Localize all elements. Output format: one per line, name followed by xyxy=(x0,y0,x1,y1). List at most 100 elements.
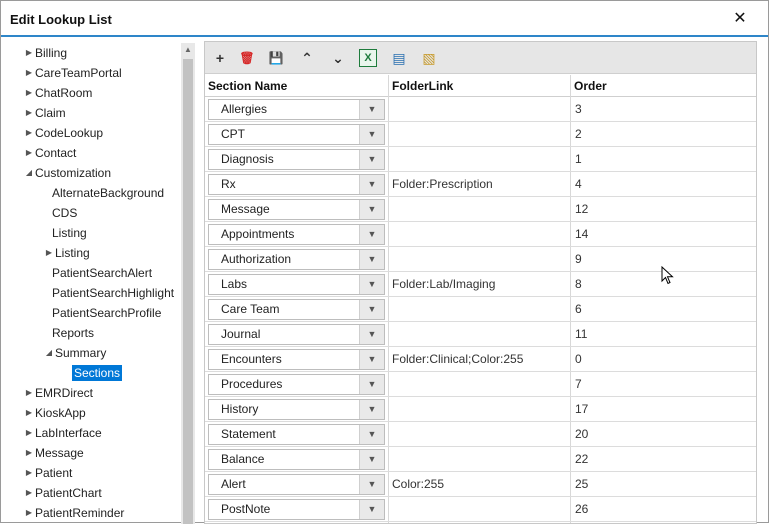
section-name-dropdown[interactable]: PostNote ▼ xyxy=(208,499,385,520)
table-row[interactable]: Statement ▼ 20 xyxy=(205,422,756,447)
close-icon[interactable]: ✕ xyxy=(730,9,750,29)
table-row[interactable]: Rx ▼ Folder:Prescription 4 xyxy=(205,172,756,197)
scroll-up-icon[interactable]: ▲ xyxy=(181,43,195,57)
collapsed-arrow-icon[interactable]: ▶ xyxy=(23,144,35,162)
chevron-down-icon[interactable]: ▼ xyxy=(359,475,384,494)
header-order[interactable]: Order xyxy=(571,75,751,97)
section-name-dropdown[interactable]: Labs ▼ xyxy=(208,274,385,295)
order-cell[interactable]: 0 xyxy=(575,347,582,371)
tree-item[interactable]: ▶ PatientChart xyxy=(23,483,102,501)
chevron-down-icon[interactable]: ▼ xyxy=(359,325,384,344)
collapsed-arrow-icon[interactable]: ▶ xyxy=(23,444,35,462)
chevron-down-icon[interactable]: ▼ xyxy=(359,450,384,469)
folder-link-cell[interactable] xyxy=(391,322,392,346)
collapsed-arrow-icon[interactable]: ▶ xyxy=(23,84,35,102)
excel-export-icon[interactable]: X xyxy=(359,49,377,67)
chevron-down-icon[interactable]: ▼ xyxy=(359,175,384,194)
tree-item[interactable]: ◢ Summary xyxy=(43,343,106,361)
table-row[interactable]: History ▼ 17 xyxy=(205,397,756,422)
chevron-down-icon[interactable]: ▼ xyxy=(359,400,384,419)
section-name-dropdown[interactable]: Procedures ▼ xyxy=(208,374,385,395)
order-cell[interactable]: 9 xyxy=(575,247,582,271)
tree-item[interactable]: ▶ Contact xyxy=(23,143,76,161)
chevron-down-icon[interactable]: ▼ xyxy=(359,275,384,294)
scrollbar-thumb[interactable] xyxy=(183,59,193,524)
section-name-dropdown[interactable]: Diagnosis ▼ xyxy=(208,149,385,170)
folder-link-cell[interactable]: Folder:Lab/Imaging xyxy=(391,272,495,296)
chevron-down-icon[interactable]: ▼ xyxy=(359,250,384,269)
tree-item[interactable]: PatientSearchAlert xyxy=(52,263,152,281)
section-name-dropdown[interactable]: Message ▼ xyxy=(208,199,385,220)
save-icon[interactable]: 💾 xyxy=(267,49,285,67)
delete-icon[interactable]: 🗑 xyxy=(238,49,256,67)
section-name-dropdown[interactable]: Care Team ▼ xyxy=(208,299,385,320)
tree-scrollbar[interactable]: ▲ xyxy=(181,43,195,524)
tree-item[interactable]: PatientSearchHighlight xyxy=(52,283,174,301)
order-cell[interactable]: 8 xyxy=(575,272,582,296)
order-cell[interactable]: 26 xyxy=(575,497,588,521)
folder-link-cell[interactable]: Folder:Clinical;Color:255 xyxy=(391,347,523,371)
tree-item[interactable]: ▶ ChatRoom xyxy=(23,83,92,101)
chevron-down-icon[interactable]: ▼ xyxy=(359,300,384,319)
table-row[interactable]: Procedures ▼ 7 xyxy=(205,372,756,397)
tree-item[interactable]: ▶ PatientReminder xyxy=(23,503,124,521)
tree-item[interactable]: ▶ Billing xyxy=(23,43,67,61)
folder-link-cell[interactable]: Folder:Prescription xyxy=(391,172,493,196)
order-cell[interactable]: 17 xyxy=(575,397,588,421)
tree-item[interactable]: ◢ Customization xyxy=(23,163,111,181)
order-cell[interactable]: 3 xyxy=(575,97,582,121)
section-name-dropdown[interactable]: Authorization ▼ xyxy=(208,249,385,270)
section-name-dropdown[interactable]: Encounters ▼ xyxy=(208,349,385,370)
tree-item[interactable]: ▶ KioskApp xyxy=(23,403,86,421)
tree-item[interactable]: Listing xyxy=(52,223,87,241)
collapsed-arrow-icon[interactable]: ▶ xyxy=(23,384,35,402)
collapsed-arrow-icon[interactable]: ▶ xyxy=(23,44,35,62)
header-section-name[interactable]: Section Name xyxy=(205,75,387,97)
chevron-down-icon[interactable]: ▼ xyxy=(359,350,384,369)
order-cell[interactable]: 22 xyxy=(575,447,588,471)
folder-link-cell[interactable] xyxy=(391,422,392,446)
folder-link-cell[interactable] xyxy=(391,147,392,171)
table-row[interactable]: Allergies ▼ 3 xyxy=(205,97,756,122)
order-cell[interactable]: 1 xyxy=(575,147,582,171)
chevron-down-icon[interactable]: ▼ xyxy=(359,200,384,219)
table-row[interactable]: Balance ▼ 22 xyxy=(205,447,756,472)
folder-link-cell[interactable] xyxy=(391,447,392,471)
table-row[interactable]: Alert ▼ Color:255 25 xyxy=(205,472,756,497)
section-name-dropdown[interactable]: Alert ▼ xyxy=(208,474,385,495)
tree-item[interactable]: ▶ Listing xyxy=(43,243,90,261)
tree-item[interactable]: AlternateBackground xyxy=(52,183,164,201)
section-name-dropdown[interactable]: Statement ▼ xyxy=(208,424,385,445)
collapsed-arrow-icon[interactable]: ▶ xyxy=(23,424,35,442)
section-name-dropdown[interactable]: CPT ▼ xyxy=(208,124,385,145)
tree-item[interactable]: ▶ CareTeamPortal xyxy=(23,63,122,81)
section-name-dropdown[interactable]: Allergies ▼ xyxy=(208,99,385,120)
order-cell[interactable]: 25 xyxy=(575,472,588,496)
section-name-dropdown[interactable]: Appointments ▼ xyxy=(208,224,385,245)
tree-item[interactable]: PatientSearchProfile xyxy=(52,303,161,321)
order-cell[interactable]: 12 xyxy=(575,197,588,221)
folder-link-cell[interactable] xyxy=(391,97,392,121)
table-row[interactable]: PostNote ▼ 26 xyxy=(205,497,756,522)
folder-link-cell[interactable] xyxy=(391,372,392,396)
import-icon[interactable]: ▧ xyxy=(420,49,438,67)
collapsed-arrow-icon[interactable]: ▶ xyxy=(23,504,35,522)
section-name-dropdown[interactable]: Journal ▼ xyxy=(208,324,385,345)
order-cell[interactable]: 7 xyxy=(575,372,582,396)
order-cell[interactable]: 2 xyxy=(575,122,582,146)
chevron-down-icon[interactable]: ▼ xyxy=(359,225,384,244)
tree-item[interactable]: ▶ Claim xyxy=(23,103,66,121)
chevron-down-icon[interactable]: ▼ xyxy=(359,425,384,444)
table-row[interactable]: Care Team ▼ 6 xyxy=(205,297,756,322)
folder-link-cell[interactable] xyxy=(391,497,392,521)
csv-export-icon[interactable]: ▤ xyxy=(390,49,408,67)
move-down-icon[interactable]: ⌄ xyxy=(329,49,347,67)
table-row[interactable]: Diagnosis ▼ 1 xyxy=(205,147,756,172)
chevron-down-icon[interactable]: ▼ xyxy=(359,150,384,169)
folder-link-cell[interactable]: Color:255 xyxy=(391,472,444,496)
collapsed-arrow-icon[interactable]: ▶ xyxy=(23,64,35,82)
section-name-dropdown[interactable]: Rx ▼ xyxy=(208,174,385,195)
order-cell[interactable]: 14 xyxy=(575,222,588,246)
header-folder-link[interactable]: FolderLink xyxy=(389,75,571,97)
section-name-dropdown[interactable]: Balance ▼ xyxy=(208,449,385,470)
